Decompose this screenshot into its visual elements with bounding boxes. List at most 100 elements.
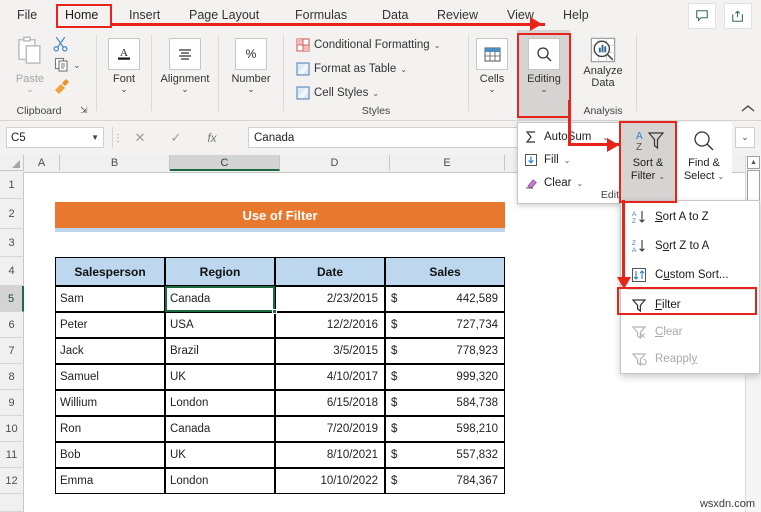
cell-sales[interactable]: $ 584,738 bbox=[385, 390, 505, 416]
column-header-e[interactable]: E bbox=[390, 155, 505, 171]
cells-caret-icon[interactable]: ⌄ bbox=[466, 85, 518, 94]
column-header-d[interactable]: D bbox=[280, 155, 390, 171]
cell-salesperson[interactable]: Jack bbox=[55, 338, 165, 364]
menu-item-custom-sort[interactable]: Custom Sort... bbox=[622, 261, 758, 288]
copy-button[interactable] bbox=[54, 57, 70, 78]
cell-date[interactable]: 7/20/2019 bbox=[275, 416, 385, 442]
conditional-formatting-button[interactable]: Conditional Formatting ⌄ bbox=[296, 38, 440, 52]
row-header-13[interactable] bbox=[0, 494, 24, 512]
select-all-corner[interactable] bbox=[0, 155, 24, 171]
copy-caret-icon[interactable]: ⌄ bbox=[73, 60, 81, 71]
fill-button[interactable]: Fill ⌄ bbox=[522, 150, 570, 170]
row-header-11[interactable]: 11 bbox=[0, 442, 24, 468]
row-header-7[interactable]: 7 bbox=[0, 338, 24, 364]
row-header-4[interactable]: 4 bbox=[0, 257, 24, 286]
column-header-c[interactable]: C bbox=[170, 155, 280, 171]
chevron-down-icon[interactable]: ⌄ bbox=[564, 156, 571, 165]
share-button[interactable] bbox=[724, 3, 752, 29]
cell-date[interactable]: 3/5/2015 bbox=[275, 338, 385, 364]
collapse-ribbon-button[interactable] bbox=[741, 104, 755, 116]
check-icon[interactable]: ✓ bbox=[164, 127, 188, 148]
cell-sales[interactable]: $ 442,589 bbox=[385, 286, 505, 312]
chevron-down-icon[interactable]: ⌄ bbox=[372, 89, 379, 98]
name-box[interactable]: C5 ▼ bbox=[6, 127, 104, 148]
cut-button[interactable] bbox=[52, 35, 69, 57]
cell-date[interactable]: 8/10/2021 bbox=[275, 442, 385, 468]
comments-button[interactable] bbox=[688, 3, 716, 29]
number-caret-icon[interactable]: ⌄ bbox=[225, 85, 277, 94]
cell-date[interactable]: 10/10/2022 bbox=[275, 468, 385, 494]
column-header-b[interactable]: B bbox=[60, 155, 170, 171]
row-header-10[interactable]: 10 bbox=[0, 416, 24, 442]
cell-sales[interactable]: $ 727,734 bbox=[385, 312, 505, 338]
cell-sales[interactable]: $ 598,210 bbox=[385, 416, 505, 442]
paste-button[interactable]: Paste ⌄ bbox=[8, 36, 52, 94]
format-painter-button[interactable] bbox=[53, 78, 71, 99]
row-header-6[interactable]: 6 bbox=[0, 312, 24, 338]
table-header-date: Date bbox=[275, 257, 385, 286]
number-button[interactable]: % Number ⌄ bbox=[225, 38, 277, 94]
cell-styles-button[interactable]: Cell Styles ⌄ bbox=[296, 86, 379, 100]
cell-region[interactable]: USA bbox=[165, 312, 275, 338]
format-as-table-button[interactable]: Format as Table ⌄ bbox=[296, 62, 407, 76]
cell-salesperson[interactable]: Peter bbox=[55, 312, 165, 338]
fill-handle[interactable] bbox=[272, 309, 277, 314]
cell-salesperson[interactable]: Willium bbox=[55, 390, 165, 416]
alignment-button[interactable]: Alignment ⌄ bbox=[159, 38, 211, 94]
row-header-2[interactable]: 2 bbox=[0, 199, 24, 229]
cell-region[interactable]: Brazil bbox=[165, 338, 275, 364]
row-header-1[interactable]: 1 bbox=[0, 172, 24, 199]
sales-value: 784,367 bbox=[456, 475, 498, 487]
cell-date[interactable]: 4/10/2017 bbox=[275, 364, 385, 390]
expand-formula-bar-button[interactable]: ⌄ bbox=[735, 127, 755, 148]
chevron-down-icon[interactable]: ⌄ bbox=[400, 65, 407, 74]
cell-salesperson[interactable]: Samuel bbox=[55, 364, 165, 390]
font-button[interactable]: A Font ⌄ bbox=[98, 38, 150, 94]
cell-sales[interactable]: $ 778,923 bbox=[385, 338, 505, 364]
cell-region[interactable]: London bbox=[165, 390, 275, 416]
cell-sales[interactable]: $ 999,320 bbox=[385, 364, 505, 390]
ribbon-group-number: % Number ⌄ bbox=[219, 30, 283, 120]
column-header-a[interactable]: A bbox=[24, 155, 60, 171]
chevron-down-icon[interactable]: ⌄ bbox=[717, 172, 724, 181]
cell-region[interactable]: UK bbox=[165, 364, 275, 390]
chevron-down-icon[interactable]: ⌄ bbox=[434, 41, 441, 50]
cell-salesperson[interactable]: Sam bbox=[55, 286, 165, 312]
menu-label-sort-z-to-a: Sort Z to A bbox=[655, 239, 710, 252]
row-header-12[interactable]: 12 bbox=[0, 468, 24, 494]
row-header-8[interactable]: 8 bbox=[0, 364, 24, 390]
fx-icon[interactable]: fx bbox=[200, 127, 224, 148]
cell-region[interactable]: Canada bbox=[165, 416, 275, 442]
row-header-9[interactable]: 9 bbox=[0, 390, 24, 416]
analyze-data-button[interactable]: Analyze Data bbox=[577, 36, 629, 89]
clear-button[interactable]: Clear ⌄ bbox=[522, 173, 583, 193]
cell-sales[interactable]: $ 557,832 bbox=[385, 442, 505, 468]
cell-region[interactable]: London bbox=[165, 468, 275, 494]
cancel-x-icon[interactable]: ✕ bbox=[128, 127, 152, 148]
row-header-5[interactable]: 5 bbox=[0, 286, 24, 312]
row-header-3[interactable]: 3 bbox=[0, 229, 24, 257]
cells-button[interactable]: Cells ⌄ bbox=[466, 38, 518, 94]
cell-salesperson[interactable]: Bob bbox=[55, 442, 165, 468]
cell-date[interactable]: 2/23/2015 bbox=[275, 286, 385, 312]
chevron-down-icon[interactable]: ⌄ bbox=[576, 179, 583, 188]
cell-region[interactable]: UK bbox=[165, 442, 275, 468]
find-and-select-button[interactable]: Find & Select ⌄ bbox=[676, 122, 732, 202]
scroll-up-button[interactable]: ▲ bbox=[747, 156, 760, 169]
comment-icon bbox=[696, 10, 708, 22]
cell-region[interactable]: Canada bbox=[165, 286, 275, 312]
alignment-caret-icon[interactable]: ⌄ bbox=[159, 85, 211, 94]
cell-date[interactable]: 6/15/2018 bbox=[275, 390, 385, 416]
cell-salesperson[interactable]: Ron bbox=[55, 416, 165, 442]
paste-caret-icon[interactable]: ⌄ bbox=[8, 85, 52, 94]
tab-help[interactable]: Help bbox=[556, 4, 596, 26]
clipboard-dialog-launcher[interactable]: ⇲ bbox=[80, 105, 88, 116]
tab-file[interactable]: File bbox=[10, 4, 44, 26]
cell-date[interactable]: 12/2/2016 bbox=[275, 312, 385, 338]
cell-sales[interactable]: $ 784,367 bbox=[385, 468, 505, 494]
menu-item-sort-z-to-a[interactable]: Z A Sort Z to A bbox=[622, 232, 758, 259]
dropdown-caret-icon[interactable]: ▼ bbox=[91, 133, 99, 142]
font-caret-icon[interactable]: ⌄ bbox=[98, 85, 150, 94]
cell-salesperson[interactable]: Emma bbox=[55, 468, 165, 494]
menu-item-sort-a-to-z[interactable]: A Z Sort A to Z bbox=[622, 203, 758, 230]
